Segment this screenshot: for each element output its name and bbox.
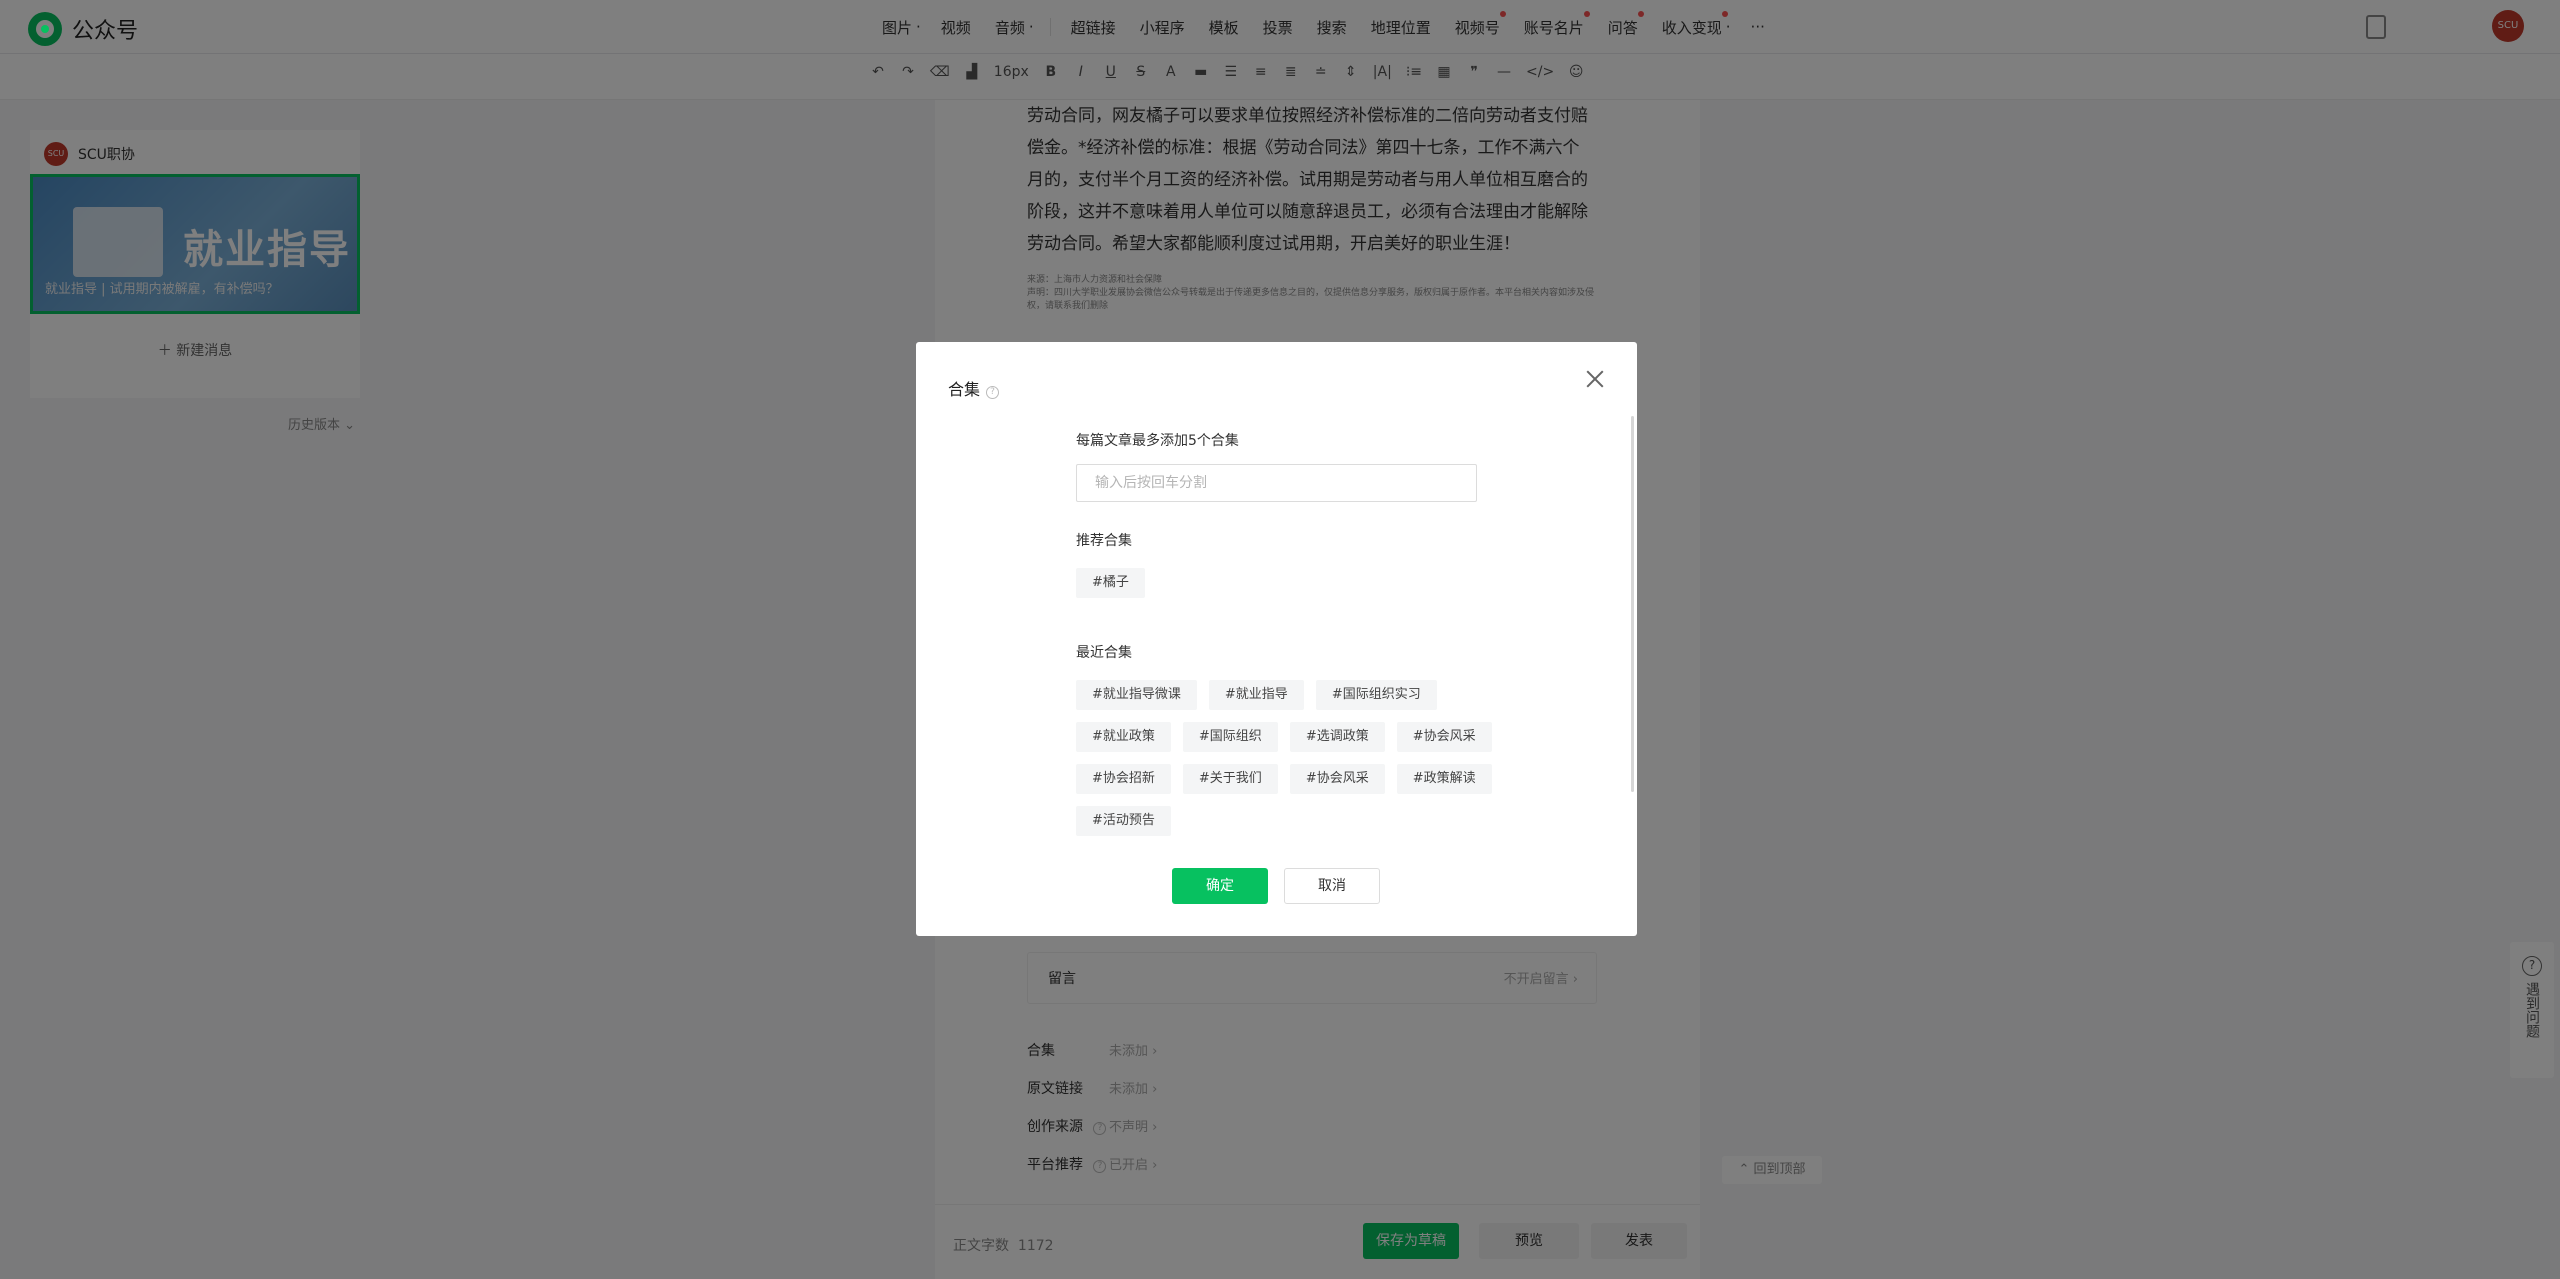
recent-tags: #就业指导微课 #就业指导 #国际组织实习 #就业政策 #国际组织 #选调政策 #协会风采 #… bbox=[1076, 680, 1516, 836]
collection-tag[interactable]: #橘子 bbox=[1076, 568, 1145, 598]
collection-tag[interactable]: #活动预告 bbox=[1076, 806, 1171, 836]
confirm-button[interactable]: 确定 bbox=[1172, 868, 1268, 904]
collection-tag[interactable]: #协会招新 bbox=[1076, 764, 1171, 794]
collection-tag[interactable]: #国际组织 bbox=[1182, 722, 1278, 752]
cancel-button[interactable]: 取消 bbox=[1284, 868, 1380, 904]
collection-dialog: 合集? 每篇文章最多添加5个合集 推荐合集 #橘子 最近合集 #就业指导微课#就… bbox=[916, 342, 1637, 936]
recommended-label: 推荐合集 bbox=[1076, 533, 1132, 549]
collection-tag[interactable]: #选调政策 bbox=[1289, 722, 1385, 752]
collection-tag[interactable]: #关于我们 bbox=[1182, 764, 1278, 794]
info-icon: ? bbox=[986, 386, 1000, 399]
dialog-content: 每篇文章最多添加5个合集 推荐合集 #橘子 最近合集 #就业指导微课#就业指导#… bbox=[1076, 430, 1556, 836]
collection-tag[interactable]: #协会风采 bbox=[1396, 722, 1492, 752]
collection-tag[interactable]: #国际组织实习 bbox=[1315, 680, 1437, 710]
limit-label: 每篇文章最多添加5个合集 bbox=[1076, 433, 1239, 449]
collection-tag[interactable]: #协会风采 bbox=[1289, 764, 1385, 794]
collection-tag[interactable]: #政策解读 bbox=[1396, 764, 1492, 794]
collection-tag[interactable]: #就业指导微课 bbox=[1076, 680, 1197, 710]
collection-tag[interactable]: #就业政策 bbox=[1076, 722, 1171, 752]
close-icon[interactable] bbox=[1584, 368, 1606, 390]
collection-tag[interactable]: #就业指导 bbox=[1208, 680, 1304, 710]
collection-input[interactable] bbox=[1076, 464, 1477, 502]
dialog-scrollbar[interactable] bbox=[1631, 416, 1634, 792]
dialog-title: 合集? bbox=[948, 376, 1000, 400]
recent-label: 最近合集 bbox=[1076, 645, 1132, 661]
recommended-tags: #橘子 bbox=[1076, 568, 1516, 598]
